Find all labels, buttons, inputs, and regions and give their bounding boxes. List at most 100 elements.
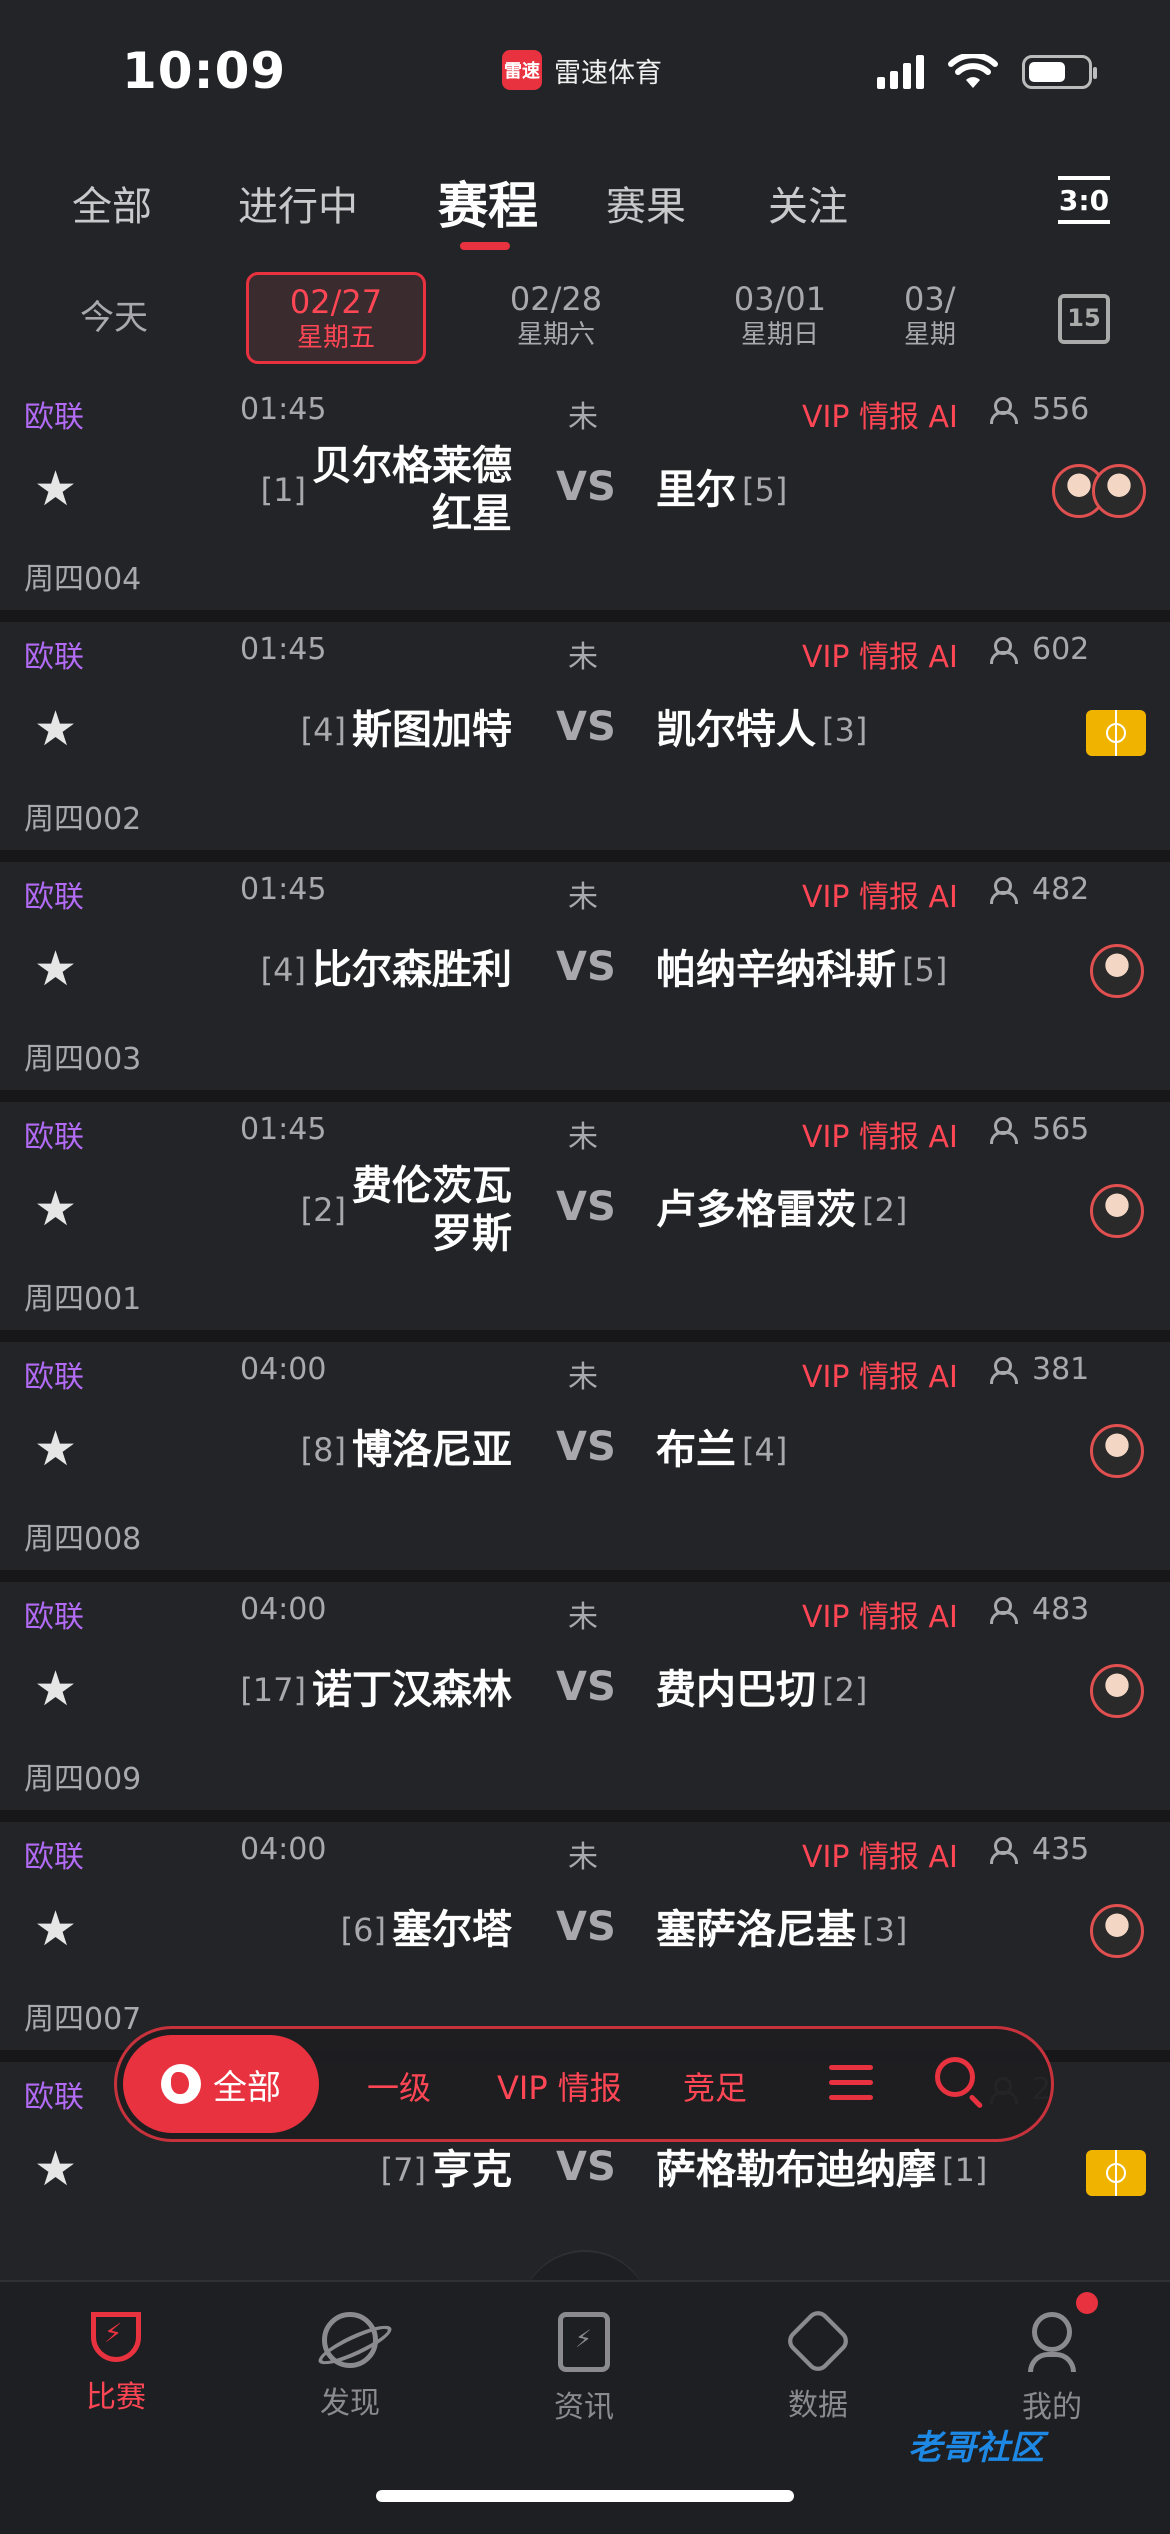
- league-label[interactable]: 欧联: [24, 2072, 84, 2116]
- favorite-star-icon[interactable]: ★: [34, 704, 77, 754]
- avatar[interactable]: [1090, 1904, 1144, 1958]
- watcher-count: 381: [990, 1352, 1089, 1387]
- match-card[interactable]: 欧联 01:45 未 VIP 情报 AI 565 ★ [2] 费伦茨瓦 罗斯 VS 卢多格雷茨 [2…: [0, 1102, 1170, 1342]
- search-icon[interactable]: [935, 2057, 975, 2097]
- filter-level1-button[interactable]: 一级: [367, 2063, 431, 2109]
- away-team: 塞萨洛尼基 [3]: [656, 1882, 907, 1978]
- match-card[interactable]: 欧联 01:45 未 VIP 情报 AI 482 ★ [4] 比尔森胜利 VS 帕纳辛纳科斯 [5]…: [0, 862, 1170, 1102]
- match-card[interactable]: 欧联 04:00 未 VIP 情报 AI 483 ★ [17] 诺丁汉森林 VS 费内巴切 [2] 周…: [0, 1582, 1170, 1822]
- match-time: 01:45: [240, 632, 327, 667]
- date-item-selected[interactable]: 02/27 星期五: [246, 272, 426, 364]
- match-status: 未: [568, 880, 598, 915]
- home-team-name: 亨克: [432, 2147, 512, 2193]
- home-team-name: 诺丁汉森林: [312, 1667, 512, 1713]
- vip-intel-link[interactable]: VIP 情报 AI: [802, 632, 958, 676]
- nav-discover[interactable]: 发现: [290, 2312, 410, 2422]
- people-icon: [990, 636, 1024, 664]
- match-week-id: 周四008: [24, 1522, 142, 1557]
- date-item[interactable]: 03/ 星期: [904, 272, 1004, 364]
- menu-icon[interactable]: [829, 2065, 873, 2101]
- vip-intel-link[interactable]: VIP 情报 AI: [802, 1352, 958, 1396]
- league-label[interactable]: 欧联: [24, 1352, 84, 1396]
- league-label[interactable]: 欧联: [24, 1592, 84, 1636]
- tab-results[interactable]: 赛果: [606, 174, 686, 232]
- vs-label: VS: [556, 1664, 616, 1710]
- home-rank: [1]: [260, 471, 306, 509]
- league-label[interactable]: 欧联: [24, 392, 84, 436]
- vip-intel-link[interactable]: VIP 情报 AI: [802, 1592, 958, 1636]
- wifi-icon: [948, 54, 998, 88]
- away-team: 里尔 [5]: [656, 442, 787, 538]
- away-team-name: 卢多格雷茨: [656, 1187, 856, 1233]
- match-time: 01:45: [240, 392, 327, 427]
- tab-following[interactable]: 关注: [768, 174, 848, 232]
- vip-intel-link[interactable]: VIP 情报 AI: [802, 872, 958, 916]
- nav-label: 发现: [320, 2386, 380, 2421]
- away-rank: [2]: [862, 1191, 908, 1229]
- away-team: 帕纳辛纳科斯 [5]: [656, 922, 947, 1018]
- filter-vip-button[interactable]: VIP 情报: [497, 2063, 622, 2109]
- favorite-star-icon[interactable]: ★: [34, 2144, 77, 2194]
- avatar[interactable]: [1090, 1184, 1144, 1238]
- filter-jingzu-button[interactable]: 竞足: [683, 2063, 747, 2109]
- match-card[interactable]: 欧联 01:45 未 VIP 情报 AI 556 ★ [1] 贝尔格莱德 红星 VS 里尔 [5] 周…: [0, 382, 1170, 622]
- people-icon: [990, 1356, 1024, 1384]
- vip-intel-link[interactable]: VIP 情报 AI: [802, 1112, 958, 1156]
- nav-data[interactable]: 数据: [758, 2306, 878, 2424]
- tab-live[interactable]: 进行中: [238, 174, 358, 232]
- league-label[interactable]: 欧联: [24, 872, 84, 916]
- watcher-count-value: 565: [1032, 1112, 1090, 1147]
- scoreboard-icon[interactable]: 3:0: [1058, 176, 1110, 224]
- avatar[interactable]: [1092, 464, 1146, 518]
- league-label[interactable]: 欧联: [24, 1832, 84, 1876]
- away-team-name: 里尔: [656, 467, 736, 513]
- favorite-star-icon[interactable]: ★: [34, 944, 77, 994]
- system-icons: [877, 54, 1097, 90]
- date-today[interactable]: 今天: [24, 272, 204, 364]
- tab-schedule[interactable]: 赛程: [438, 166, 538, 238]
- people-icon: [990, 1836, 1024, 1864]
- favorite-star-icon[interactable]: ★: [34, 1184, 77, 1234]
- date-item[interactable]: 03/01 星期日: [690, 272, 870, 364]
- date-item[interactable]: 02/28 星期六: [466, 272, 646, 364]
- avatar[interactable]: [1090, 1424, 1144, 1478]
- calendar-icon[interactable]: 15: [1058, 294, 1110, 344]
- match-time: 01:45: [240, 1112, 327, 1147]
- home-rank: [4]: [260, 951, 306, 989]
- favorite-star-icon[interactable]: ★: [34, 464, 77, 514]
- favorite-star-icon[interactable]: ★: [34, 1904, 77, 1954]
- trophy-icon: [91, 2312, 141, 2362]
- home-team: [6] 塞尔塔: [92, 1882, 512, 1978]
- filter-all-button[interactable]: 全部: [123, 2035, 319, 2133]
- home-rank: [6]: [340, 1911, 386, 1949]
- avatar[interactable]: [1090, 1664, 1144, 1718]
- field-icon[interactable]: [1086, 710, 1146, 756]
- vip-intel-link[interactable]: VIP 情报 AI: [802, 392, 958, 436]
- league-label[interactable]: 欧联: [24, 632, 84, 676]
- nav-profile[interactable]: 我的: [992, 2312, 1112, 2426]
- favorite-star-icon[interactable]: ★: [34, 1424, 77, 1474]
- watcher-count-value: 602: [1032, 632, 1090, 667]
- nav-matches[interactable]: 比赛: [56, 2312, 176, 2416]
- away-team-name: 凯尔特人: [656, 707, 816, 753]
- weekday-label: 星期: [904, 320, 957, 350]
- match-status: 未: [568, 1600, 598, 1635]
- home-team-name: 博洛尼亚: [352, 1427, 512, 1473]
- match-card[interactable]: 欧联 01:45 未 VIP 情报 AI 602 ★ [4] 斯图加特 VS 凯尔特人 [3] 周四0…: [0, 622, 1170, 862]
- vip-intel-link[interactable]: VIP 情报 AI: [802, 1832, 958, 1876]
- favorite-star-icon[interactable]: ★: [34, 1664, 77, 1714]
- away-rank: [2]: [822, 1671, 868, 1709]
- league-label[interactable]: 欧联: [24, 1112, 84, 1156]
- field-icon[interactable]: [1086, 2150, 1146, 2196]
- match-card[interactable]: 欧联 04:00 未 VIP 情报 AI 381 ★ [8] 博洛尼亚 VS 布兰 [4] 周四008: [0, 1342, 1170, 1582]
- home-indicator[interactable]: [376, 2490, 794, 2502]
- tab-all[interactable]: 全部: [72, 174, 152, 232]
- away-team: 卢多格雷茨 [2]: [656, 1162, 907, 1258]
- people-icon: [990, 1596, 1024, 1624]
- home-rank: [7]: [380, 2151, 426, 2189]
- home-team-name: 斯图加特: [352, 707, 512, 753]
- app-logo-icon: 雷速: [502, 50, 542, 90]
- watermark-logo: 老哥社区: [908, 2428, 1044, 2468]
- nav-news[interactable]: 资讯: [524, 2312, 644, 2426]
- avatar[interactable]: [1090, 944, 1144, 998]
